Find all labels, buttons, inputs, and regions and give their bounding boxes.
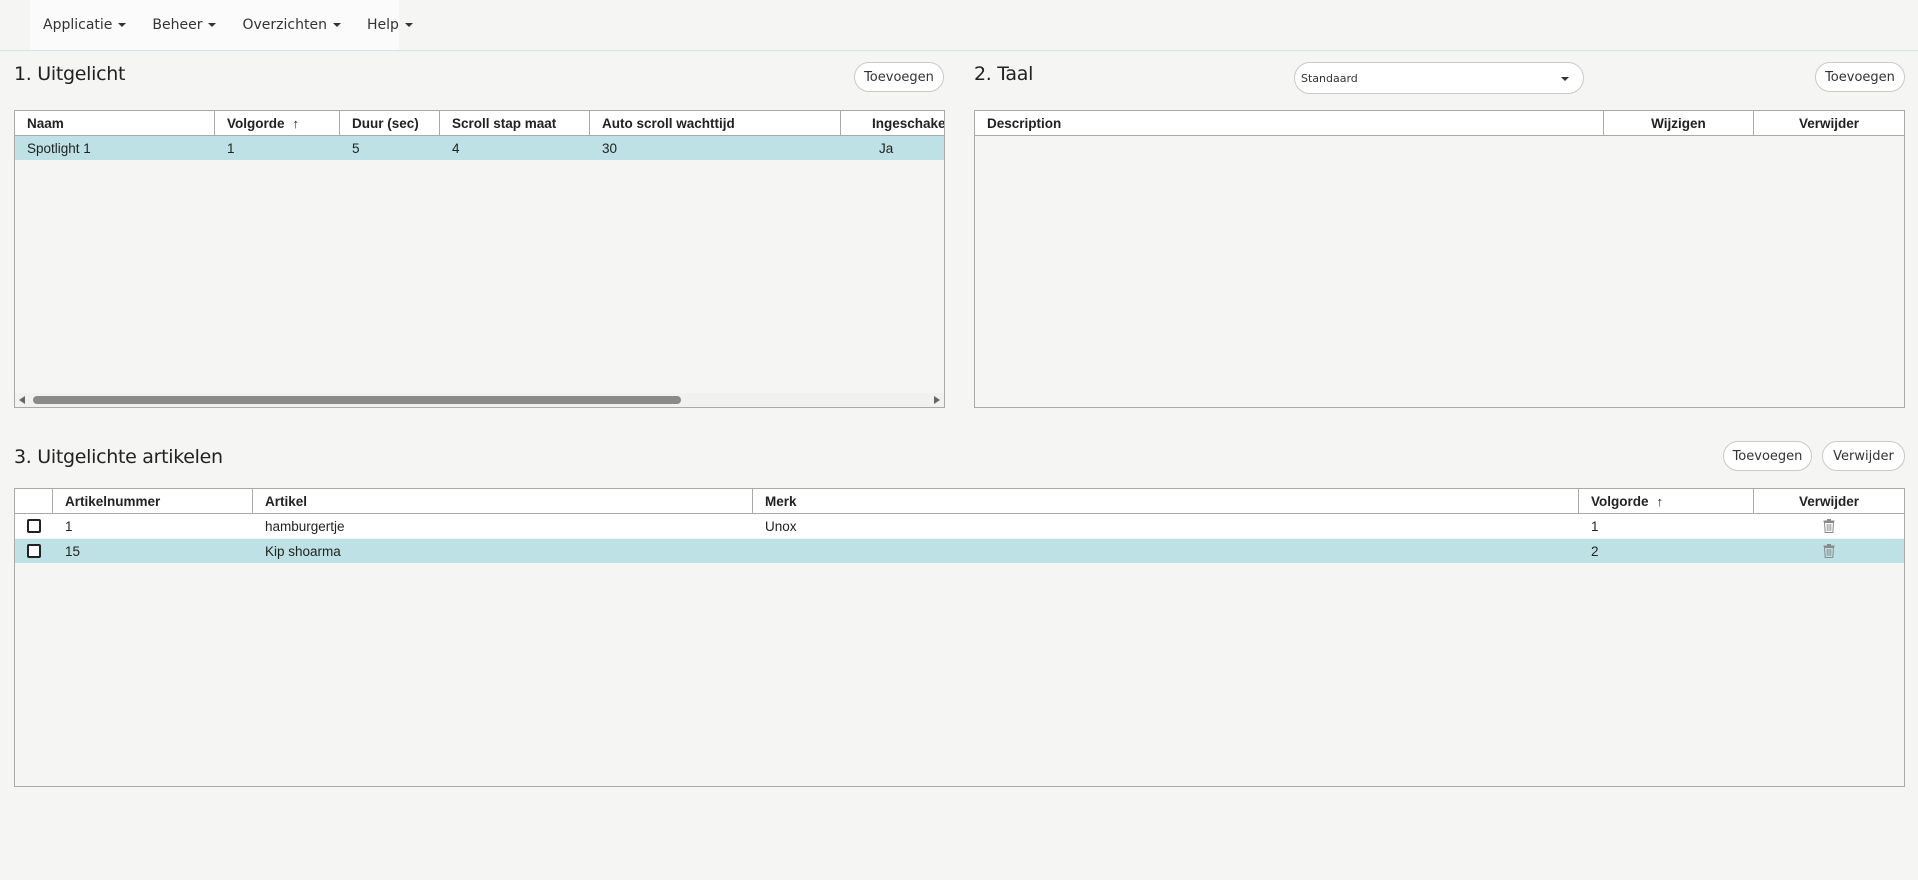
trash-icon[interactable]	[1823, 519, 1835, 533]
menu-applicatie[interactable]: Applicatie	[30, 0, 139, 50]
delete-row-button[interactable]	[1754, 514, 1904, 538]
menu-beheer[interactable]: Beheer	[139, 0, 229, 50]
horizontal-scrollbar[interactable]	[15, 393, 944, 407]
col-description[interactable]: Description	[975, 111, 1604, 135]
col-label: Volgorde	[227, 115, 285, 131]
checkbox-icon[interactable]	[27, 519, 41, 533]
col-label: Naam	[27, 115, 64, 131]
col-auto-scroll[interactable]: Auto scroll wachttijd	[590, 111, 841, 135]
col-label: Artikel	[265, 493, 308, 509]
cell-volgorde: 1	[1591, 518, 1599, 534]
artikelen-title: 3. Uitgelichte artikelen	[14, 446, 223, 468]
cell-volgorde: 1	[227, 140, 235, 156]
cell-scroll: 4	[452, 140, 460, 156]
menu-overzichten[interactable]: Overzichten	[229, 0, 353, 50]
top-navbar: Applicatie Beheer Overzichten Help	[0, 0, 1918, 51]
uitgelicht-add-button[interactable]: Toevoegen	[854, 62, 944, 92]
table-row[interactable]: Spotlight 1 1 5 4 30 Ja	[15, 136, 944, 160]
cell-artikel: Kip shoarma	[265, 543, 341, 559]
col-select	[15, 489, 53, 513]
grid-header: Naam Volgorde ↑ Duur (sec) Scroll stap ma…	[15, 111, 945, 136]
row-checkbox[interactable]	[15, 514, 53, 538]
menu-label: Help	[366, 17, 399, 33]
taal-grid: Description Wijzigen Verwijder	[974, 110, 1905, 408]
table-row[interactable]: 1 hamburgertje Unox 1	[15, 514, 1904, 538]
trash-icon[interactable]	[1823, 544, 1835, 558]
sort-asc-icon: ↑	[292, 115, 300, 131]
cell-artikelnummer: 1	[65, 518, 73, 534]
taal-add-button[interactable]: Toevoegen	[1815, 62, 1905, 92]
col-label: Description	[987, 115, 1062, 131]
col-volgorde[interactable]: Volgorde ↑	[1579, 489, 1754, 513]
caret-down-icon	[1561, 77, 1569, 81]
menu-label: Overzichten	[242, 17, 327, 33]
cell-duur: 5	[352, 140, 360, 156]
uitgelicht-grid: Naam Volgorde ↑ Duur (sec) Scroll stap ma…	[14, 110, 945, 408]
cell-merk: Unox	[765, 518, 797, 534]
col-label: Verwijder	[1798, 115, 1860, 131]
artikelen-grid: Artikelnummer Artikel Merk Volgorde ↑ Ver…	[14, 488, 1905, 787]
col-artikel[interactable]: Artikel	[253, 489, 753, 513]
cell-volgorde: 2	[1591, 543, 1599, 559]
col-verwijder[interactable]: Verwijder	[1754, 489, 1904, 513]
caret-down-icon	[118, 23, 127, 27]
main-menu: Applicatie Beheer Overzichten Help	[30, 0, 413, 50]
col-label: Volgorde	[1591, 493, 1649, 509]
col-scroll-stap[interactable]: Scroll stap maat	[440, 111, 590, 135]
select-value: Standaard	[1301, 71, 1358, 85]
col-label: Duur (sec)	[352, 115, 419, 131]
col-merk[interactable]: Merk	[753, 489, 1579, 513]
caret-down-icon	[208, 23, 217, 27]
col-label: Wijzigen	[1651, 115, 1706, 131]
table-row[interactable]: 15 Kip shoarma 2	[15, 539, 1904, 563]
scroll-left-icon[interactable]	[19, 396, 25, 404]
col-label: Auto scroll wachttijd	[602, 115, 735, 131]
col-artikelnummer[interactable]: Artikelnummer	[53, 489, 253, 513]
menu-help[interactable]: Help	[354, 0, 426, 50]
cell-naam: Spotlight 1	[27, 140, 91, 156]
col-label: Artikelnummer	[65, 493, 161, 509]
grid-header: Artikelnummer Artikel Merk Volgorde ↑ Ver…	[15, 489, 1904, 514]
cell-merk	[753, 539, 1579, 563]
col-label: Scroll stap maat	[452, 115, 557, 131]
col-duur[interactable]: Duur (sec)	[340, 111, 440, 135]
col-label: Verwijder	[1798, 493, 1860, 509]
taal-select[interactable]: Standaard	[1294, 62, 1584, 94]
menu-label: Applicatie	[43, 17, 113, 33]
artikelen-delete-button[interactable]: Verwijder	[1822, 441, 1905, 471]
col-label: Ingeschakeld	[872, 115, 945, 131]
row-checkbox[interactable]	[15, 539, 53, 563]
menu-label: Beheer	[152, 17, 203, 33]
artikelen-add-button[interactable]: Toevoegen	[1723, 441, 1812, 471]
cell-wacht: 30	[602, 140, 618, 156]
checkbox-icon[interactable]	[27, 544, 41, 558]
taal-title: 2. Taal	[974, 63, 1034, 85]
cell-ingeschakeld: Ja	[879, 140, 894, 156]
sort-asc-icon: ↑	[1656, 493, 1664, 509]
delete-row-button[interactable]	[1754, 539, 1904, 563]
caret-down-icon	[332, 23, 341, 27]
col-label: Merk	[765, 493, 797, 509]
caret-down-icon	[404, 23, 413, 27]
col-ingeschakeld[interactable]: Ingeschakeld	[841, 111, 945, 135]
col-wijzigen[interactable]: Wijzigen	[1604, 111, 1754, 135]
col-verwijder[interactable]: Verwijder	[1754, 111, 1904, 135]
cell-artikel: hamburgertje	[265, 518, 345, 534]
col-naam[interactable]: Naam	[15, 111, 215, 135]
cell-artikelnummer: 15	[65, 543, 81, 559]
uitgelicht-title: 1. Uitgelicht	[14, 63, 126, 85]
grid-header: Description Wijzigen Verwijder	[975, 111, 1904, 136]
col-volgorde[interactable]: Volgorde ↑	[215, 111, 340, 135]
scrollbar-thumb[interactable]	[33, 396, 681, 404]
scroll-right-icon[interactable]	[934, 396, 940, 404]
